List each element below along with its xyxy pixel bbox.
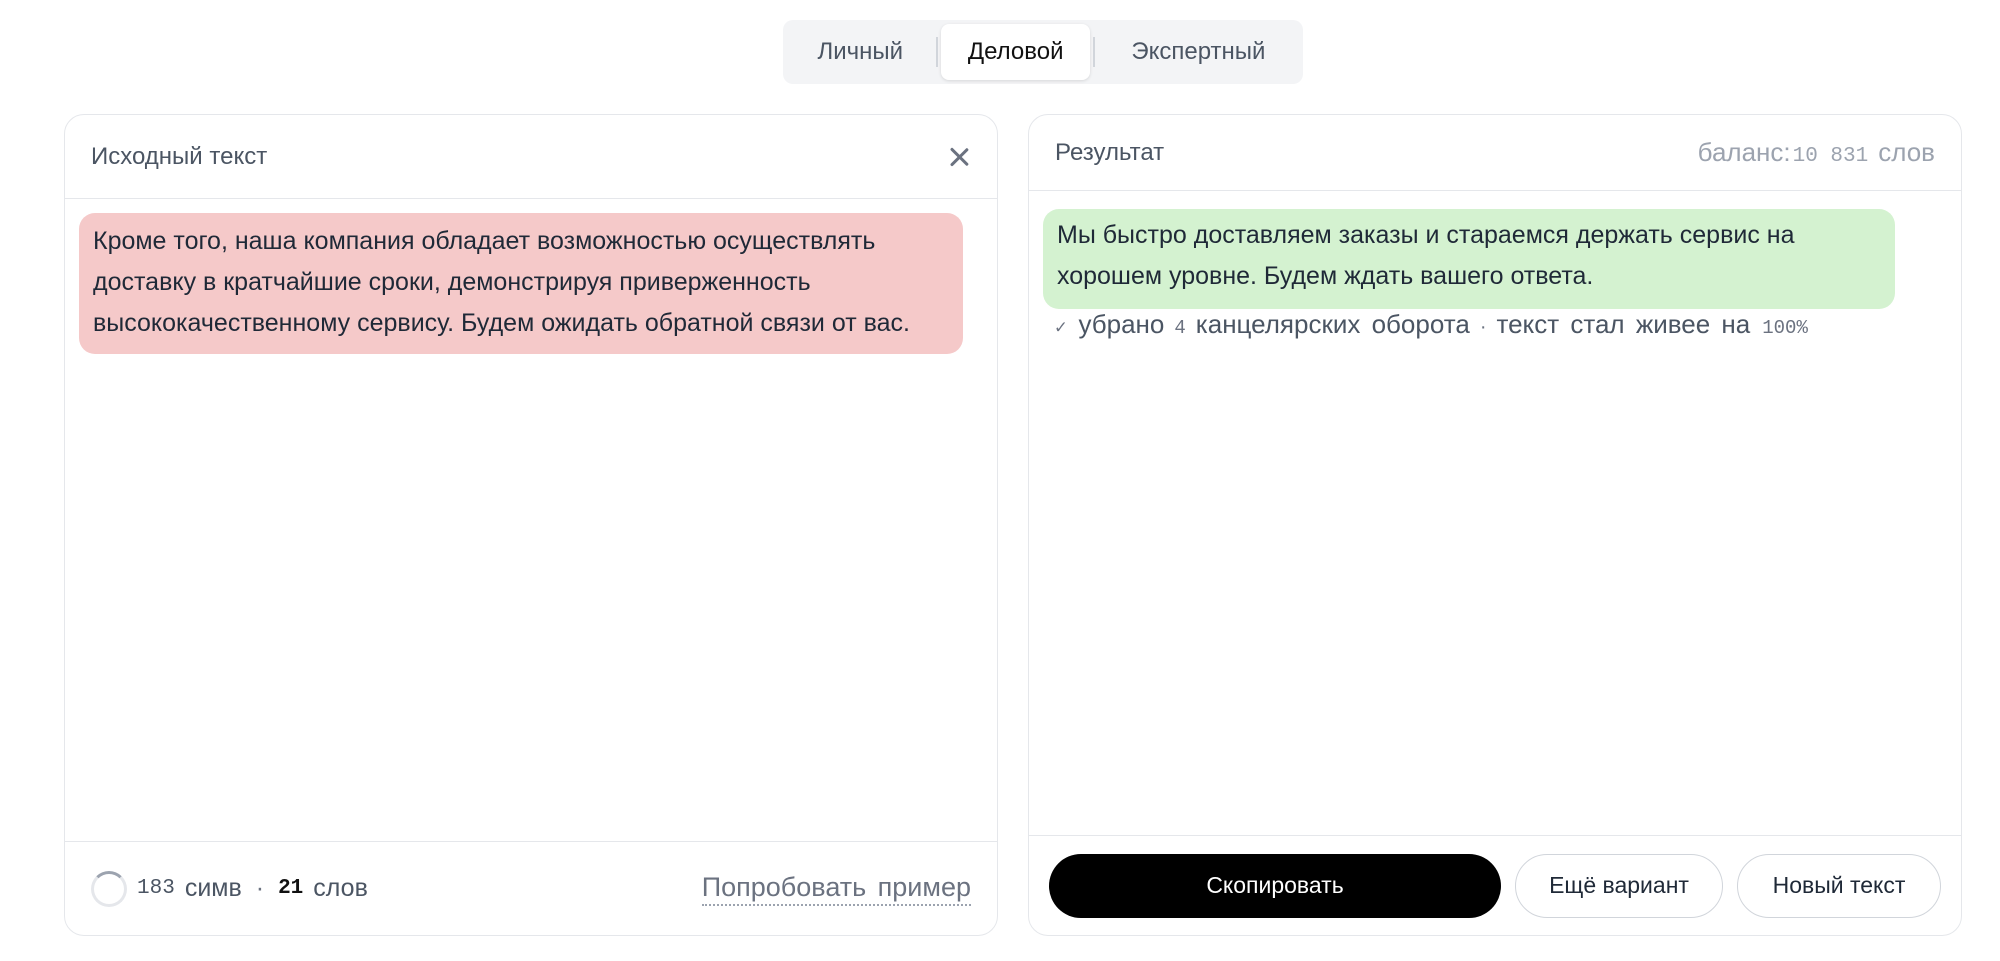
source-panel: Исходный текст Кроме того, наша компания… [64,114,998,936]
tab-business[interactable]: Деловой [941,24,1090,80]
words-count: 21 [278,877,304,900]
chars-unit: симв [184,874,242,902]
balance-value: 10 831 [1792,145,1869,168]
counter-separator: · [255,874,265,902]
copy-button[interactable]: Скопировать [1049,853,1501,918]
chars-count: 183 [137,877,175,900]
source-text-area[interactable]: Кроме того, наша компания обладает возмо… [79,213,963,354]
new-text-button[interactable]: Новый текст [1737,853,1941,918]
removed-label: убрано [1078,309,1165,339]
check-icon: ✓ [1055,317,1067,339]
another-variant-button[interactable]: Ещё вариант [1515,853,1723,918]
balance: баланс: 10 831 слов [1698,137,1935,168]
result-panel: Результат баланс: 10 831 слов Мы быстро … [1028,114,1962,936]
tab-divider [936,37,939,67]
try-example-link[interactable]: Попробовать пример [701,872,971,906]
words-unit: слов [313,874,368,902]
result-title: Результат [1055,138,1165,166]
source-header: Исходный текст [65,115,997,199]
tab-expert[interactable]: Экспертный [1098,24,1299,80]
tab-personal[interactable]: Личный [787,24,933,80]
mode-switcher: Личный Деловой Экспертный [783,20,1303,84]
progress-ring-icon [91,870,127,907]
stats-separator: · [1479,316,1487,338]
livelier-value: 100% [1762,317,1808,339]
balance-unit: слов [1878,137,1935,167]
close-icon[interactable] [947,145,971,169]
result-text: Мы быстро доставляем заказы и стараемся … [1043,209,1895,309]
livelier-label: текст стал живее на [1496,309,1751,339]
result-stats: ✓ убрано 4 канцелярских оборота · текст … [1055,309,1941,340]
balance-label: баланс: [1697,137,1791,167]
result-header: Результат баланс: 10 831 слов [1029,115,1961,191]
text-counter: 183 симв · 21 слов [91,870,368,907]
removed-count: 4 [1174,317,1186,339]
source-footer: 183 симв · 21 слов Попробовать пример [65,841,997,935]
source-title: Исходный текст [91,142,268,170]
result-footer: Скопировать Ещё вариант Новый текст [1029,835,1961,935]
removed-unit: канцелярских оборота [1195,309,1470,339]
tab-divider [1092,37,1095,67]
